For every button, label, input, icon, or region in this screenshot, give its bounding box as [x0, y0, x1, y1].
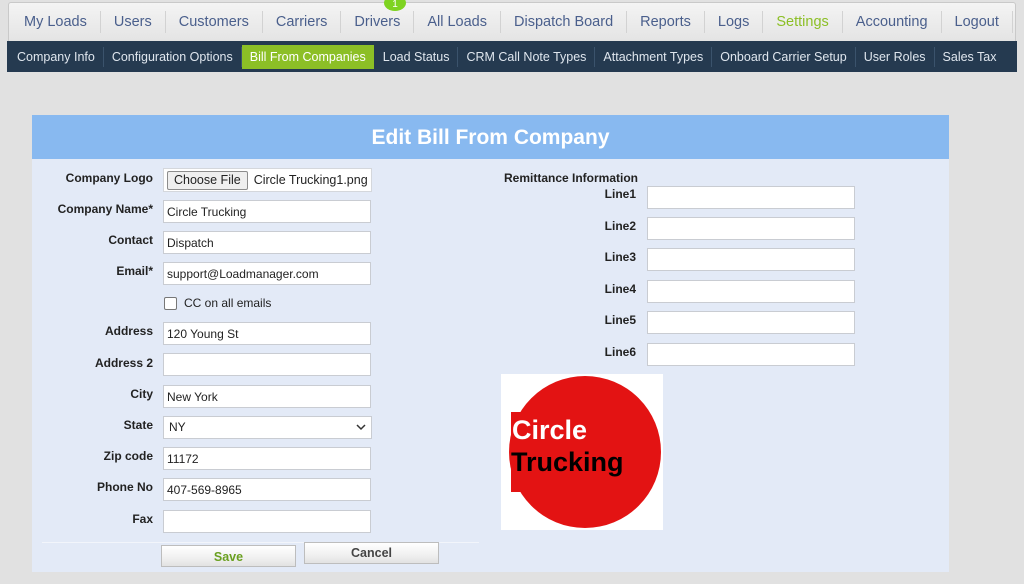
zip-label: Zip code: [103, 449, 153, 463]
line4-label: Line4: [604, 282, 636, 296]
nav-all-loads[interactable]: All Loads: [414, 11, 501, 33]
subnav-configuration-options[interactable]: Configuration Options: [104, 46, 242, 67]
company-logo-file-input[interactable]: Choose File Circle Trucking1.png: [163, 168, 372, 192]
nav-settings[interactable]: Settings: [763, 11, 843, 33]
subnav-user-roles[interactable]: User Roles: [856, 46, 935, 67]
nav-reports[interactable]: Reports: [627, 11, 705, 33]
phone-label: Phone No: [97, 480, 153, 494]
subnav-bill-from-companies[interactable]: Bill From Companies: [241, 44, 374, 69]
fax-label: Fax: [132, 512, 153, 526]
subnav-sales-tax[interactable]: Sales Tax: [935, 47, 1005, 67]
line5-input[interactable]: [647, 311, 855, 334]
city-input[interactable]: [163, 385, 371, 408]
line6-label: Line6: [604, 345, 636, 359]
company-logo-preview: Circle Trucking: [501, 374, 663, 530]
nav-logs[interactable]: Logs: [705, 11, 764, 33]
remittance-heading: Remittance Information: [504, 171, 639, 185]
notification-badge[interactable]: 1: [384, 0, 406, 11]
line6-input[interactable]: [647, 343, 855, 366]
subnav-onboard-carrier-setup[interactable]: Onboard Carrier Setup: [712, 46, 856, 67]
selected-file-name: Circle Trucking1.png: [253, 173, 368, 187]
cc-all-emails-checkbox[interactable]: [164, 297, 177, 310]
state-select[interactable]: NY: [163, 416, 372, 439]
cancel-button[interactable]: Cancel: [304, 542, 439, 564]
email-label: Email*: [116, 264, 153, 278]
nav-drivers[interactable]: Drivers: [341, 11, 415, 33]
top-nav: My Loads Users Customers Carriers Driver…: [8, 0, 1016, 41]
contact-input[interactable]: [163, 231, 371, 254]
zip-input[interactable]: [163, 447, 371, 470]
nav-my-loads[interactable]: My Loads: [11, 11, 101, 33]
address-label: Address: [104, 324, 153, 338]
cc-all-emails-label: CC on all emails: [184, 296, 272, 310]
company-name-label: Company Name*: [57, 202, 153, 216]
chevron-down-icon: [356, 424, 366, 431]
line1-label: Line1: [604, 187, 636, 201]
subnav-crm-call-note-types[interactable]: CRM Call Note Types: [458, 46, 596, 67]
state-selected-value: NY: [169, 420, 186, 434]
address2-input[interactable]: [163, 353, 371, 376]
line3-input[interactable]: [647, 248, 855, 271]
settings-sub-nav: Company Info Configuration Options Bill …: [7, 41, 1017, 72]
panel-title: Edit Bill From Company: [32, 115, 949, 159]
nav-customers[interactable]: Customers: [166, 11, 263, 33]
line2-input[interactable]: [647, 217, 855, 240]
logo-text-line1: Circle: [512, 415, 587, 445]
phone-input[interactable]: [163, 478, 371, 501]
nav-accounting[interactable]: Accounting: [843, 11, 942, 33]
nav-logout[interactable]: Logout: [942, 11, 1013, 33]
logo-text-line2: Trucking: [511, 447, 624, 477]
subnav-attachment-types[interactable]: Attachment Types: [595, 46, 713, 67]
nav-dispatch-board[interactable]: Dispatch Board: [501, 11, 628, 33]
company-logo-label: Company Logo: [65, 171, 153, 185]
subnav-load-status[interactable]: Load Status: [375, 46, 459, 67]
city-label: City: [130, 387, 153, 401]
save-button[interactable]: Save: [161, 545, 296, 567]
circle-trucking-logo: Circle Trucking: [509, 376, 661, 528]
edit-bill-from-company-panel: Edit Bill From Company Company Logo Choo…: [32, 115, 949, 572]
company-name-input[interactable]: [163, 200, 371, 223]
state-label: State: [123, 418, 153, 432]
line4-input[interactable]: [647, 280, 855, 303]
line1-input[interactable]: [647, 186, 855, 209]
choose-file-button[interactable]: Choose File: [167, 170, 248, 190]
address2-label: Address 2: [94, 356, 153, 370]
fax-input[interactable]: [163, 510, 371, 533]
line2-label: Line2: [604, 219, 636, 233]
line5-label: Line5: [604, 313, 636, 327]
contact-label: Contact: [108, 233, 153, 247]
nav-carriers[interactable]: Carriers: [263, 11, 342, 33]
subnav-company-info[interactable]: Company Info: [9, 46, 104, 67]
line3-label: Line3: [604, 250, 636, 264]
email-input[interactable]: [163, 262, 371, 285]
nav-users[interactable]: Users: [101, 11, 166, 33]
address-input[interactable]: [163, 322, 371, 345]
